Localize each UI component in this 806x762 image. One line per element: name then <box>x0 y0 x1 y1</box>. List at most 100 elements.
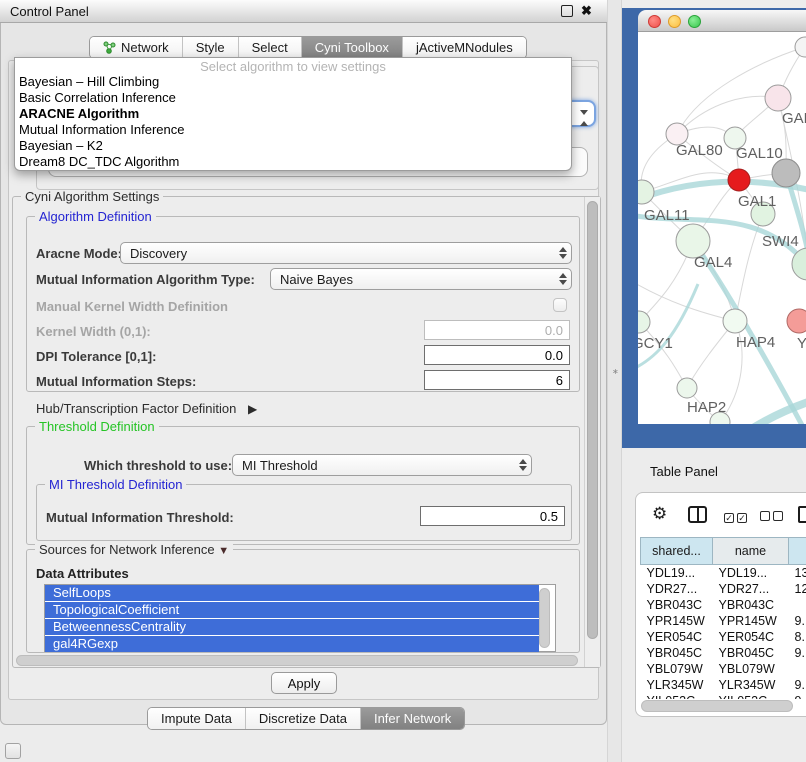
list-item-selfloops[interactable]: SelfLoops <box>45 585 539 601</box>
cell[interactable]: 8. <box>789 629 806 645</box>
popup-item-mutual-information[interactable]: Mutual Information Inference <box>15 122 571 138</box>
panel-divider[interactable] <box>607 0 622 762</box>
network-window-titlebar[interactable] <box>638 10 806 32</box>
apply-button[interactable]: Apply <box>271 672 337 694</box>
table-row[interactable]: YDL19...YDL19...13 <box>641 565 806 582</box>
panel-grip-icon[interactable] <box>5 743 21 759</box>
table-row[interactable]: YER054CYER054C8. <box>641 629 806 645</box>
popup-item-basic-correlation[interactable]: Basic Correlation Inference <box>15 90 571 106</box>
which-threshold-combo[interactable]: MI Threshold <box>232 454 532 476</box>
list-scrollbar-thumb[interactable] <box>539 588 550 648</box>
cell[interactable]: 9. <box>789 613 806 629</box>
sources-title-label: Sources for Network Inference <box>39 542 215 557</box>
threshold-definition-title: Threshold Definition <box>35 419 159 434</box>
node-label: SWI4 <box>762 233 799 250</box>
table-row[interactable]: YBR045CYBR045C9. <box>641 645 806 661</box>
cell[interactable]: YPR145W <box>713 613 789 629</box>
table-hscrollbar-thumb[interactable] <box>641 700 793 712</box>
list-item-betweennesscentrality[interactable]: BetweennessCentrality <box>45 619 539 635</box>
cell[interactable]: YDR27... <box>641 581 713 597</box>
deselect-all-columns-button[interactable] <box>760 509 786 524</box>
cell[interactable]: 12 <box>789 581 806 597</box>
popup-item-bayesian-hill[interactable]: Bayesian – Hill Climbing <box>15 74 571 90</box>
popup-item-bayesian-k2[interactable]: Bayesian – K2 <box>15 138 571 154</box>
float-window-icon[interactable] <box>561 5 573 17</box>
bottom-tabbar: Impute Data Discretize Data Infer Networ… <box>147 707 465 730</box>
column-layout-icon[interactable] <box>688 506 707 523</box>
cell[interactable]: YBR045C <box>713 645 789 661</box>
table-row[interactable]: YBL079WYBL079W <box>641 661 806 677</box>
tab-style[interactable]: Style <box>183 37 239 58</box>
table-row[interactable]: YLR345WYLR345W9. <box>641 677 806 693</box>
column-header-partial[interactable]: A <box>789 538 806 565</box>
column-header-name[interactable]: name <box>713 538 789 565</box>
dpi-tolerance-field[interactable]: 0.0 <box>424 345 570 365</box>
hub-definition-toggle[interactable]: Hub/Transcription Factor Definition ▶ <box>36 401 257 416</box>
document-icon[interactable] <box>798 506 806 523</box>
sources-title[interactable]: Sources for Network Inference ▼ <box>35 542 233 557</box>
tab-select[interactable]: Select <box>239 37 302 58</box>
network-canvas[interactable]: GAL GAL80 GAL10 GAL1 GAL11 GAL4 SWI4 GCY… <box>638 32 806 424</box>
cell[interactable]: YLR345W <box>641 677 713 693</box>
node-gal11[interactable] <box>638 180 654 204</box>
select-all-columns-button[interactable]: ✓✓ <box>724 509 750 524</box>
cell[interactable]: YDR27... <box>713 581 789 597</box>
mi-threshold-field[interactable]: 0.5 <box>420 506 565 526</box>
mac-zoom-icon[interactable] <box>688 15 701 28</box>
cell[interactable]: YBR043C <box>641 597 713 613</box>
mac-minimize-icon[interactable] <box>668 15 681 28</box>
tab-discretize-data[interactable]: Discretize Data <box>246 708 361 729</box>
table-row[interactable]: YBR043CYBR043C <box>641 597 806 613</box>
cell[interactable]: YER054C <box>713 629 789 645</box>
cell[interactable]: YBR045C <box>641 645 713 661</box>
node-salmon[interactable] <box>787 309 806 333</box>
cell[interactable]: YBR043C <box>713 597 789 613</box>
mi-algorithm-type-combo[interactable]: Naive Bayes <box>270 268 572 290</box>
table-row[interactable]: YPR145WYPR145W9. <box>641 613 806 629</box>
tab-jactivemnodules[interactable]: jActiveMNodules <box>403 37 526 58</box>
node-hap2[interactable] <box>677 378 697 398</box>
settings-hscrollbar-thumb[interactable] <box>16 655 578 666</box>
tab-infer-network[interactable]: Infer Network <box>361 708 464 729</box>
cell[interactable]: YBL079W <box>641 661 713 677</box>
cell[interactable] <box>789 597 806 613</box>
manual-kernel-width-checkbox[interactable] <box>553 298 567 312</box>
list-item-gal4rgexp[interactable]: gal4RGexp <box>45 636 539 652</box>
node-hub-gray[interactable] <box>772 159 800 187</box>
close-icon[interactable]: ✖ <box>581 5 593 17</box>
settings-hscrollbar[interactable] <box>14 654 582 667</box>
divider-grip-icon[interactable]: ∗ <box>612 368 617 375</box>
mi-steps-field[interactable]: 6 <box>424 370 570 390</box>
popup-item-aracne[interactable]: ARACNE Algorithm <box>15 106 571 122</box>
table-row[interactable]: YDR27...YDR27...12 <box>641 581 806 597</box>
table-hscrollbar[interactable] <box>638 699 806 713</box>
cell[interactable]: YDL19... <box>713 565 789 582</box>
node-gal1[interactable] <box>728 169 750 191</box>
node-hap4[interactable] <box>723 309 747 333</box>
node-gal4[interactable] <box>676 224 710 258</box>
mac-close-icon[interactable] <box>648 15 661 28</box>
node-partial-top[interactable] <box>795 37 806 57</box>
cell[interactable]: 9. <box>789 645 806 661</box>
node-gcy1[interactable] <box>638 311 650 333</box>
settings-vscrollbar-thumb[interactable] <box>587 201 598 639</box>
cell[interactable]: YBL079W <box>713 661 789 677</box>
cell[interactable]: YDL19... <box>641 565 713 582</box>
settings-vscrollbar[interactable] <box>584 197 600 667</box>
node-gal-pink[interactable] <box>765 85 791 111</box>
cell[interactable]: 13 <box>789 565 806 582</box>
popup-item-dream8[interactable]: Dream8 DC_TDC Algorithm <box>15 154 571 170</box>
column-header-shared[interactable]: shared... <box>641 538 713 565</box>
cell[interactable]: YER054C <box>641 629 713 645</box>
cell[interactable]: YLR345W <box>713 677 789 693</box>
tab-impute-data[interactable]: Impute Data <box>148 708 246 729</box>
tab-cyni-toolbox[interactable]: Cyni Toolbox <box>302 37 403 58</box>
cell[interactable]: YPR145W <box>641 613 713 629</box>
cell[interactable] <box>789 661 806 677</box>
list-item-topologicalcoefficient[interactable]: TopologicalCoefficient <box>45 602 539 618</box>
kernel-width-field[interactable]: 0.0 <box>424 320 570 340</box>
cell[interactable]: 9. <box>789 677 806 693</box>
table-settings-button[interactable]: ⚙ <box>652 505 667 522</box>
tab-network[interactable]: Network <box>90 37 183 58</box>
aracne-mode-combo[interactable]: Discovery <box>120 242 572 264</box>
